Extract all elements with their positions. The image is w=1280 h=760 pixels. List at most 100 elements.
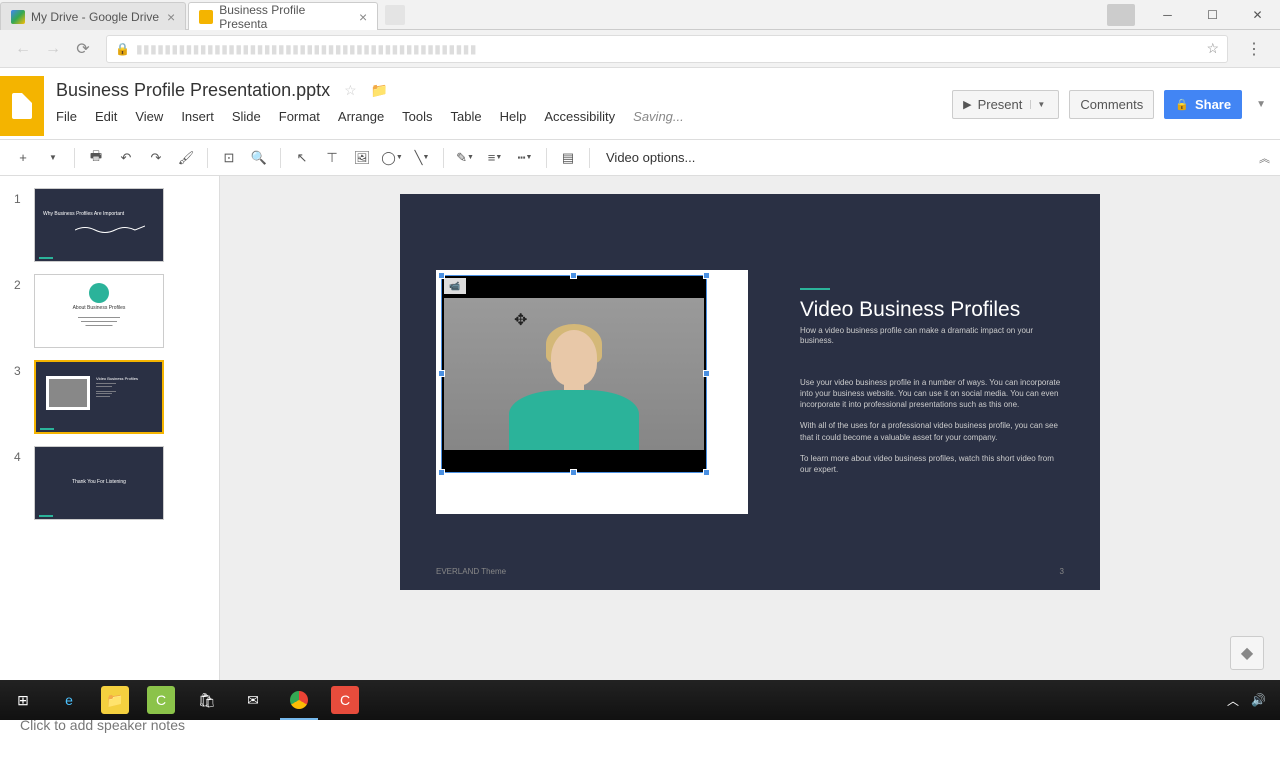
- comments-button[interactable]: Comments: [1069, 90, 1154, 119]
- print-button[interactable]: 🖶: [83, 145, 109, 171]
- forward-button[interactable]: →: [40, 36, 66, 62]
- star-document-icon[interactable]: ☆: [344, 82, 357, 99]
- collapse-toolbar-icon[interactable]: ︽: [1259, 150, 1270, 166]
- maximize-button[interactable]: ☐: [1190, 0, 1235, 30]
- account-caret-icon[interactable]: ▼: [1252, 99, 1270, 110]
- new-slide-button[interactable]: +: [10, 145, 36, 171]
- fit-zoom-button[interactable]: ⊡: [216, 145, 242, 171]
- close-tab-icon[interactable]: ×: [359, 9, 367, 25]
- resize-handle-tl[interactable]: [438, 272, 445, 279]
- paint-format-button[interactable]: 🖌: [173, 145, 199, 171]
- menu-insert[interactable]: Insert: [181, 109, 214, 124]
- slide-text-area[interactable]: Video Business Profiles How a video busi…: [800, 288, 1062, 485]
- resize-handle-br[interactable]: [703, 469, 710, 476]
- slide[interactable]: 📹 ✥: [400, 194, 1100, 590]
- new-tab-button[interactable]: [385, 5, 405, 25]
- present-dropdown-icon[interactable]: ▼: [1030, 100, 1048, 109]
- resize-handle-ml[interactable]: [438, 370, 445, 377]
- taskbar-explorer[interactable]: 📁: [92, 680, 138, 720]
- menu-slide[interactable]: Slide: [232, 109, 261, 124]
- move-folder-icon[interactable]: 📁: [371, 82, 388, 99]
- slide-thumbnail-3[interactable]: Video Business Profiles ▬▬▬▬▬▬▬▬▬▬▬▬▬▬▬▬…: [34, 360, 164, 434]
- explore-icon: ◆: [1241, 643, 1253, 663]
- textbox-button[interactable]: ⊤: [319, 145, 345, 171]
- header-actions: ▶ Present ▼ Comments 🔒 Share ▼: [952, 76, 1270, 119]
- slide-footer[interactable]: EVERLAND Theme: [436, 567, 506, 576]
- tab-title: My Drive - Google Drive: [31, 10, 159, 24]
- video-options-button[interactable]: Video options...: [598, 150, 703, 165]
- document-title[interactable]: Business Profile Presentation.pptx: [56, 80, 330, 101]
- menu-help[interactable]: Help: [500, 109, 527, 124]
- menu-format[interactable]: Format: [279, 109, 320, 124]
- menu-accessibility[interactable]: Accessibility: [544, 109, 615, 124]
- taskbar-edge[interactable]: e: [46, 680, 92, 720]
- taskbar-app-green[interactable]: C: [138, 680, 184, 720]
- slide-title[interactable]: Video Business Profiles: [800, 298, 1062, 322]
- slide-thumbnail-2[interactable]: About Business Profiles ▬▬▬▬▬▬▬▬▬▬▬▬▬▬▬▬…: [34, 274, 164, 348]
- drive-favicon-icon: [11, 10, 25, 24]
- url-input[interactable]: 🔒 ▮▮▮▮▮▮▮▮▮▮▮▮▮▮▮▮▮▮▮▮▮▮▮▮▮▮▮▮▮▮▮▮▮▮▮▮▮▮…: [106, 35, 1228, 63]
- line-button[interactable]: ╲▼: [409, 145, 435, 171]
- menu-arrange[interactable]: Arrange: [338, 109, 384, 124]
- slide-subtitle[interactable]: How a video business profile can make a …: [800, 326, 1062, 347]
- tray-volume-icon[interactable]: 🔊: [1251, 693, 1266, 707]
- resize-handle-bm[interactable]: [570, 469, 577, 476]
- resize-handle-tm[interactable]: [570, 272, 577, 279]
- close-window-button[interactable]: ✕: [1235, 0, 1280, 30]
- browser-tab-slides[interactable]: Business Profile Presenta ×: [188, 2, 378, 30]
- new-slide-dropdown-icon[interactable]: ▼: [40, 145, 66, 171]
- resize-handle-mr[interactable]: [703, 370, 710, 377]
- minimize-button[interactable]: ─: [1145, 0, 1190, 30]
- select-tool-button[interactable]: ↖: [289, 145, 315, 171]
- slide-page-number[interactable]: 3: [1060, 567, 1064, 576]
- image-button[interactable]: 🖼: [349, 145, 375, 171]
- slide-paragraph-3[interactable]: To learn more about video business profi…: [800, 453, 1062, 475]
- shape-button[interactable]: ◯▼: [379, 145, 405, 171]
- taskbar-mail[interactable]: ✉: [230, 680, 276, 720]
- thumb-row-4: 4 Thank You For Listening: [0, 444, 219, 530]
- taskbar-chrome[interactable]: [276, 680, 322, 720]
- menu-file[interactable]: File: [56, 109, 77, 124]
- bookmark-star-icon[interactable]: ☆: [1206, 40, 1219, 57]
- thumb-number: 1: [14, 188, 34, 262]
- browser-tab-drive[interactable]: My Drive - Google Drive ×: [0, 2, 186, 30]
- border-dash-button[interactable]: ┅▼: [512, 145, 538, 171]
- thumb-title: Thank You For Listening: [35, 479, 163, 485]
- chrome-menu-icon[interactable]: ⋮: [1236, 39, 1272, 59]
- slide-canvas-area[interactable]: 📹 ✥: [220, 176, 1280, 696]
- start-button[interactable]: ⊞: [0, 680, 46, 720]
- back-button[interactable]: ←: [10, 36, 36, 62]
- close-tab-icon[interactable]: ×: [167, 9, 175, 25]
- transition-button[interactable]: ▤: [555, 145, 581, 171]
- thumb-row-1: 1 Why Business Profiles Are Important: [0, 186, 219, 272]
- app-header: Business Profile Presentation.pptx ☆ 📁 F…: [0, 68, 1280, 140]
- menu-tools[interactable]: Tools: [402, 109, 432, 124]
- menu-edit[interactable]: Edit: [95, 109, 117, 124]
- border-color-button[interactable]: ✎▼: [452, 145, 478, 171]
- slide-thumbnail-1[interactable]: Why Business Profiles Are Important: [34, 188, 164, 262]
- slide-thumbnail-4[interactable]: Thank You For Listening: [34, 446, 164, 520]
- taskbar-app-red[interactable]: C: [322, 680, 368, 720]
- tab-title: Business Profile Presenta: [219, 3, 351, 31]
- present-button[interactable]: ▶ Present ▼: [952, 90, 1059, 119]
- zoom-button[interactable]: 🔍: [246, 145, 272, 171]
- menu-table[interactable]: Table: [451, 109, 482, 124]
- explore-button[interactable]: ◆: [1230, 636, 1264, 670]
- menu-view[interactable]: View: [135, 109, 163, 124]
- video-element[interactable]: 📹 ✥: [441, 275, 707, 473]
- taskbar-store[interactable]: 🛍: [184, 680, 230, 720]
- workspace: 1 Why Business Profiles Are Important 2 …: [0, 176, 1280, 696]
- redo-button[interactable]: ↷: [143, 145, 169, 171]
- slides-logo-icon[interactable]: [0, 76, 44, 136]
- chrome-user-icon[interactable]: [1107, 4, 1135, 26]
- slide-paragraph-2[interactable]: With all of the uses for a professional …: [800, 420, 1062, 442]
- toolbar: + ▼ 🖶 ↶ ↷ 🖌 ⊡ 🔍 ↖ ⊤ 🖼 ◯▼ ╲▼ ✎▼ ≡▼ ┅▼ ▤ V…: [0, 140, 1280, 176]
- reload-button[interactable]: ⟳: [70, 36, 96, 62]
- resize-handle-tr[interactable]: [703, 272, 710, 279]
- tray-chevron-icon[interactable]: ︿: [1227, 692, 1239, 709]
- slide-paragraph-1[interactable]: Use your video business profile in a num…: [800, 377, 1062, 411]
- share-button[interactable]: 🔒 Share: [1164, 90, 1242, 119]
- border-weight-button[interactable]: ≡▼: [482, 145, 508, 171]
- resize-handle-bl[interactable]: [438, 469, 445, 476]
- undo-button[interactable]: ↶: [113, 145, 139, 171]
